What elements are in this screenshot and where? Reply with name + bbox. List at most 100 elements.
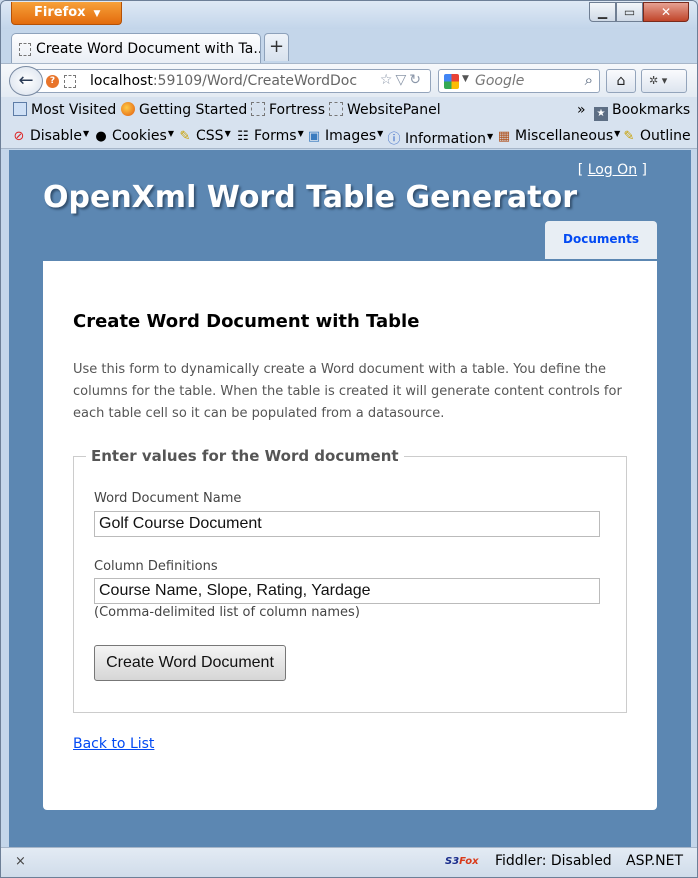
- devbar-disable[interactable]: ⊘ Disable▼: [11, 128, 90, 144]
- chevron-down-icon: ▼: [297, 129, 304, 138]
- s3fox-label-b: Fox: [459, 856, 479, 867]
- search-icon[interactable]: ⌕: [585, 71, 593, 89]
- firefox-menu-button[interactable]: Firefox ▼: [11, 2, 122, 25]
- page-icon: [64, 75, 76, 88]
- devbar-outline[interactable]: ✎ Outline: [621, 128, 691, 144]
- chevron-down-icon: ▼: [377, 129, 384, 138]
- search-bar[interactable]: ▼ Google ⌕: [438, 69, 600, 93]
- url-bar[interactable]: ? localhost:59109/Word/CreateWordDoc ☆▽↻: [29, 69, 431, 93]
- css-icon: ✎: [179, 129, 191, 144]
- bookmark-star-icon[interactable]: ☆: [380, 72, 396, 88]
- extension-button[interactable]: ✲ ▾: [641, 69, 687, 93]
- forms-icon: ☷: [237, 129, 249, 144]
- most-visited-icon: [13, 102, 27, 116]
- maximize-button[interactable]: ▭: [616, 2, 643, 22]
- google-icon[interactable]: [444, 74, 459, 89]
- bookmark-fortress[interactable]: Fortress: [251, 102, 325, 118]
- bookmark-label: WebsitePanel: [347, 102, 441, 118]
- bookmark-getting-started[interactable]: Getting Started: [121, 102, 247, 118]
- bookmarks-bar: Most Visited Getting Started Fortress We…: [1, 97, 697, 123]
- search-placeholder: Google: [475, 73, 525, 89]
- tab-bar: Create Word Document with Ta... +: [1, 29, 697, 63]
- miscellaneous-icon: ▦: [497, 129, 511, 144]
- tab-title: Create Word Document with Ta...: [36, 41, 261, 57]
- home-icon: ⌂: [616, 73, 626, 89]
- chevron-down-icon: ▼: [82, 129, 90, 138]
- close-addon-bar-icon[interactable]: ×: [15, 854, 26, 869]
- page-heading: Create Word Document with Table: [73, 311, 420, 332]
- disable-icon: ⊘: [13, 129, 25, 144]
- bookmarks-star-icon: ★: [594, 107, 608, 121]
- site-identity-icon[interactable]: ?: [46, 75, 59, 88]
- devbar-label: Images: [325, 128, 377, 144]
- page-icon: [329, 102, 343, 116]
- page-icon: [251, 102, 265, 116]
- devbar-miscellaneous[interactable]: ▦ Miscellaneous▼: [496, 128, 620, 144]
- tab-create-word-document[interactable]: Create Word Document with Ta...: [11, 33, 261, 63]
- bookmark-most-visited[interactable]: Most Visited: [13, 102, 116, 118]
- minimize-icon: ▁: [597, 5, 608, 19]
- cookies-icon: ●: [95, 129, 107, 144]
- aspnet-status[interactable]: ASP.NET: [626, 853, 683, 869]
- logon-bracket: ]: [641, 162, 647, 178]
- chevron-down-icon: ▼: [93, 9, 101, 19]
- back-button[interactable]: ←: [9, 66, 43, 96]
- bookmark-websitepanel[interactable]: WebsitePanel: [329, 102, 441, 118]
- column-definitions-input[interactable]: [94, 578, 600, 604]
- page-viewport: [ Log On ] OpenXml Word Table Generator …: [9, 150, 691, 847]
- bookmark-label: Most Visited: [31, 102, 117, 118]
- fieldset-legend: Enter values for the Word document: [91, 447, 399, 465]
- document-name-label: Word Document Name: [94, 491, 242, 506]
- document-name-input[interactable]: [94, 511, 600, 537]
- plus-icon: +: [268, 36, 285, 57]
- back-to-list-link[interactable]: Back to List: [73, 736, 154, 752]
- bookmarks-overflow-chevron[interactable]: »: [577, 102, 586, 118]
- title-bar: Firefox ▼ ▁ ▭ ✕: [1, 1, 697, 29]
- images-icon: ▣: [307, 129, 321, 144]
- bookmark-label: Fortress: [269, 102, 326, 118]
- url-bar-icons: ☆▽↻: [380, 72, 424, 88]
- firefox-icon: [121, 102, 135, 116]
- chevron-down-icon: ▼: [614, 129, 621, 138]
- column-definitions-label: Column Definitions: [94, 559, 218, 574]
- close-window-button[interactable]: ✕: [643, 2, 689, 22]
- logon-display: [ Log On ]: [578, 162, 647, 178]
- maximize-icon: ▭: [623, 5, 636, 19]
- firefox-menu-label: Firefox: [34, 5, 86, 20]
- web-developer-toolbar: ⊘ Disable▼ ● Cookies▼ ✎ CSS▼ ☷ Forms▼ ▣ Image…: [1, 123, 697, 149]
- reload-icon[interactable]: ↻: [409, 72, 424, 88]
- window-controls: ▁ ▭ ✕: [589, 2, 689, 22]
- bookmarks-label: Bookmarks: [612, 102, 691, 118]
- devbar-cookies[interactable]: ● Cookies▼: [93, 128, 174, 144]
- word-document-fieldset: Enter values for the Word document Word …: [73, 447, 627, 713]
- devbar-label: Information: [405, 131, 487, 147]
- chevron-down-icon[interactable]: ▼: [462, 74, 469, 84]
- s3fox-icon[interactable]: S3Fox: [445, 856, 479, 867]
- back-arrow-icon: ←: [18, 70, 34, 91]
- log-on-link[interactable]: Log On: [588, 162, 637, 178]
- bookmark-label: Getting Started: [139, 102, 248, 118]
- devbar-label: CSS: [196, 128, 224, 144]
- outline-icon: ✎: [623, 129, 635, 144]
- chevron-down-icon: ▼: [487, 132, 494, 141]
- devbar-forms[interactable]: ☷ Forms▼: [235, 128, 304, 144]
- devbar-images[interactable]: ▣ Images▼: [306, 128, 383, 144]
- home-button[interactable]: ⌂: [606, 69, 636, 93]
- bookmarks-menu-button[interactable]: ★ Bookmarks: [594, 102, 690, 121]
- devbar-label: Outline: [640, 128, 691, 144]
- devbar-label: Cookies: [112, 128, 167, 144]
- intro-text: Use this form to dynamically create a Wo…: [73, 362, 622, 421]
- column-definitions-hint: (Comma-delimited list of column names): [94, 605, 360, 620]
- new-tab-button[interactable]: +: [264, 33, 289, 61]
- site-title: OpenXml Word Table Generator: [43, 180, 577, 215]
- minimize-button[interactable]: ▁: [589, 2, 616, 22]
- devbar-css[interactable]: ✎ CSS▼: [177, 128, 231, 144]
- devbar-label: Forms: [254, 128, 297, 144]
- history-dropdown-icon[interactable]: ▽: [395, 72, 409, 88]
- s3fox-label-a: S3: [445, 856, 460, 867]
- menu-tab-documents[interactable]: Documents: [545, 221, 657, 259]
- devbar-information[interactable]: ⓘ Information▼: [386, 128, 493, 147]
- create-word-document-button[interactable]: Create Word Document: [94, 645, 286, 681]
- fiddler-status[interactable]: Fiddler: Disabled: [495, 853, 612, 869]
- navigation-bar: ? localhost:59109/Word/CreateWordDoc ☆▽↻…: [1, 63, 697, 97]
